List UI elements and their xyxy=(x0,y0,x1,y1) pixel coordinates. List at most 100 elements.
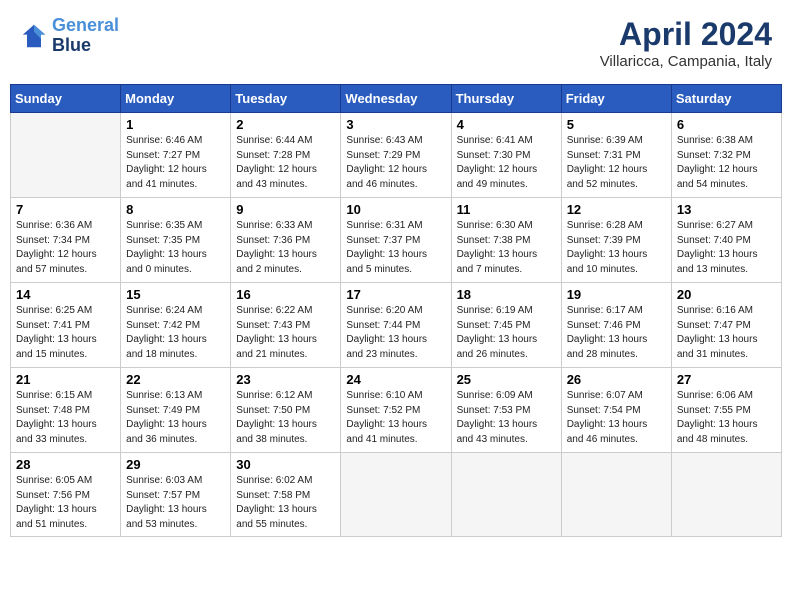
calendar-cell: 26 Sunrise: 6:07 AMSunset: 7:54 PMDayligh… xyxy=(561,368,671,453)
calendar-cell: 13 Sunrise: 6:27 AMSunset: 7:40 PMDayligh… xyxy=(671,198,781,283)
day-info: Sunrise: 6:20 AMSunset: 7:44 PMDaylight:… xyxy=(346,304,445,362)
logo-icon xyxy=(20,22,48,50)
day-number: 4 xyxy=(457,117,556,132)
calendar-cell: 23 Sunrise: 6:12 AMSunset: 7:50 PMDayligh… xyxy=(231,368,341,453)
day-number: 26 xyxy=(567,372,666,387)
calendar-cell: 11 Sunrise: 6:30 AMSunset: 7:38 PMDayligh… xyxy=(451,198,561,283)
day-info: Sunrise: 6:17 AMSunset: 7:46 PMDaylight:… xyxy=(567,304,666,362)
calendar-cell: 22 Sunrise: 6:13 AMSunset: 7:49 PMDayligh… xyxy=(121,368,231,453)
calendar-header-row: SundayMondayTuesdayWednesdayThursdayFrid… xyxy=(11,85,782,113)
calendar-cell: 19 Sunrise: 6:17 AMSunset: 7:46 PMDayligh… xyxy=(561,283,671,368)
day-number: 21 xyxy=(16,372,115,387)
day-info: Sunrise: 6:02 AMSunset: 7:58 PMDaylight:… xyxy=(236,474,335,532)
calendar-cell: 28Sunrise: 6:05 AMSunset: 7:56 PMDayligh… xyxy=(11,453,121,537)
logo: General Blue xyxy=(20,16,119,56)
day-info: Sunrise: 6:27 AMSunset: 7:40 PMDaylight:… xyxy=(677,219,776,277)
day-info: Sunrise: 6:10 AMSunset: 7:52 PMDaylight:… xyxy=(346,389,445,447)
calendar-header-sunday: Sunday xyxy=(11,85,121,113)
calendar-cell: 24 Sunrise: 6:10 AMSunset: 7:52 PMDayligh… xyxy=(341,368,451,453)
calendar-week-row: 21Sunrise: 6:15 AMSunset: 7:48 PMDayligh… xyxy=(11,368,782,453)
day-info: Sunrise: 6:33 AMSunset: 7:36 PMDaylight:… xyxy=(236,219,335,277)
day-info: Sunrise: 6:22 AMSunset: 7:43 PMDaylight:… xyxy=(236,304,335,362)
day-info: Sunrise: 6:39 AMSunset: 7:31 PMDaylight:… xyxy=(567,134,666,192)
day-info: Sunrise: 6:03 AMSunset: 7:57 PMDaylight:… xyxy=(126,474,225,532)
calendar-cell: 16 Sunrise: 6:22 AMSunset: 7:43 PMDayligh… xyxy=(231,283,341,368)
day-number: 23 xyxy=(236,372,335,387)
day-info: Sunrise: 6:35 AMSunset: 7:35 PMDaylight:… xyxy=(126,219,225,277)
day-number: 16 xyxy=(236,287,335,302)
calendar-cell: 29 Sunrise: 6:03 AMSunset: 7:57 PMDayligh… xyxy=(121,453,231,537)
day-info: Sunrise: 6:06 AMSunset: 7:55 PMDaylight:… xyxy=(677,389,776,447)
subtitle: Villaricca, Campania, Italy xyxy=(600,53,772,70)
calendar-cell: 25Sunrise: 6:09 AMSunset: 7:53 PMDayligh… xyxy=(451,368,561,453)
calendar-cell xyxy=(561,453,671,537)
day-info: Sunrise: 6:25 AMSunset: 7:41 PMDaylight:… xyxy=(16,304,115,362)
day-number: 2 xyxy=(236,117,335,132)
day-number: 5 xyxy=(567,117,666,132)
calendar-header-monday: Monday xyxy=(121,85,231,113)
day-number: 18 xyxy=(457,287,556,302)
calendar-cell: 20 Sunrise: 6:16 AMSunset: 7:47 PMDayligh… xyxy=(671,283,781,368)
day-info: Sunrise: 6:19 AMSunset: 7:45 PMDaylight:… xyxy=(457,304,556,362)
day-number: 17 xyxy=(346,287,445,302)
day-number: 20 xyxy=(677,287,776,302)
calendar-week-row: 28Sunrise: 6:05 AMSunset: 7:56 PMDayligh… xyxy=(11,453,782,537)
day-number: 8 xyxy=(126,202,225,217)
day-number: 12 xyxy=(567,202,666,217)
day-info: Sunrise: 6:31 AMSunset: 7:37 PMDaylight:… xyxy=(346,219,445,277)
calendar-cell: 4 Sunrise: 6:41 AMSunset: 7:30 PMDaylight… xyxy=(451,113,561,198)
calendar-header-thursday: Thursday xyxy=(451,85,561,113)
day-number: 30 xyxy=(236,457,335,472)
day-number: 19 xyxy=(567,287,666,302)
page-header: General Blue April 2024 Villaricca, Camp… xyxy=(10,10,782,76)
calendar-week-row: 1 Sunrise: 6:46 AMSunset: 7:27 PMDaylight… xyxy=(11,113,782,198)
day-info: Sunrise: 6:09 AMSunset: 7:53 PMDaylight:… xyxy=(457,389,556,447)
day-number: 24 xyxy=(346,372,445,387)
day-number: 14 xyxy=(16,287,115,302)
day-info: Sunrise: 6:38 AMSunset: 7:32 PMDaylight:… xyxy=(677,134,776,192)
calendar-cell: 10Sunrise: 6:31 AMSunset: 7:37 PMDayligh… xyxy=(341,198,451,283)
day-info: Sunrise: 6:44 AMSunset: 7:28 PMDaylight:… xyxy=(236,134,335,192)
title-block: April 2024 Villaricca, Campania, Italy xyxy=(600,16,772,70)
calendar-cell: 27Sunrise: 6:06 AMSunset: 7:55 PMDayligh… xyxy=(671,368,781,453)
day-info: Sunrise: 6:43 AMSunset: 7:29 PMDaylight:… xyxy=(346,134,445,192)
calendar-cell: 14 Sunrise: 6:25 AMSunset: 7:41 PMDayligh… xyxy=(11,283,121,368)
calendar-cell: 18 Sunrise: 6:19 AMSunset: 7:45 PMDayligh… xyxy=(451,283,561,368)
day-number: 3 xyxy=(346,117,445,132)
calendar-cell: 7 Sunrise: 6:36 AMSunset: 7:34 PMDaylight… xyxy=(11,198,121,283)
day-number: 7 xyxy=(16,202,115,217)
day-info: Sunrise: 6:16 AMSunset: 7:47 PMDaylight:… xyxy=(677,304,776,362)
day-number: 9 xyxy=(236,202,335,217)
calendar-cell xyxy=(341,453,451,537)
calendar-cell xyxy=(11,113,121,198)
calendar-cell: 3 Sunrise: 6:43 AMSunset: 7:29 PMDaylight… xyxy=(341,113,451,198)
calendar-cell xyxy=(671,453,781,537)
calendar-header-wednesday: Wednesday xyxy=(341,85,451,113)
day-number: 29 xyxy=(126,457,225,472)
day-number: 28 xyxy=(16,457,115,472)
main-title: April 2024 xyxy=(600,16,772,53)
day-info: Sunrise: 6:24 AMSunset: 7:42 PMDaylight:… xyxy=(126,304,225,362)
day-info: Sunrise: 6:36 AMSunset: 7:34 PMDaylight:… xyxy=(16,219,115,277)
calendar-cell: 8 Sunrise: 6:35 AMSunset: 7:35 PMDaylight… xyxy=(121,198,231,283)
day-number: 1 xyxy=(126,117,225,132)
day-info: Sunrise: 6:07 AMSunset: 7:54 PMDaylight:… xyxy=(567,389,666,447)
day-number: 11 xyxy=(457,202,556,217)
calendar-cell: 12 Sunrise: 6:28 AMSunset: 7:39 PMDayligh… xyxy=(561,198,671,283)
calendar-header-saturday: Saturday xyxy=(671,85,781,113)
calendar-cell: 9 Sunrise: 6:33 AMSunset: 7:36 PMDaylight… xyxy=(231,198,341,283)
calendar-header-friday: Friday xyxy=(561,85,671,113)
calendar-table: SundayMondayTuesdayWednesdayThursdayFrid… xyxy=(10,84,782,537)
calendar-cell: 2 Sunrise: 6:44 AMSunset: 7:28 PMDaylight… xyxy=(231,113,341,198)
day-number: 13 xyxy=(677,202,776,217)
day-info: Sunrise: 6:46 AMSunset: 7:27 PMDaylight:… xyxy=(126,134,225,192)
day-info: Sunrise: 6:13 AMSunset: 7:49 PMDaylight:… xyxy=(126,389,225,447)
day-number: 22 xyxy=(126,372,225,387)
day-number: 6 xyxy=(677,117,776,132)
day-info: Sunrise: 6:30 AMSunset: 7:38 PMDaylight:… xyxy=(457,219,556,277)
logo-text: General Blue xyxy=(52,16,119,56)
day-info: Sunrise: 6:41 AMSunset: 7:30 PMDaylight:… xyxy=(457,134,556,192)
calendar-cell: 17 Sunrise: 6:20 AMSunset: 7:44 PMDayligh… xyxy=(341,283,451,368)
day-info: Sunrise: 6:28 AMSunset: 7:39 PMDaylight:… xyxy=(567,219,666,277)
day-info: Sunrise: 6:12 AMSunset: 7:50 PMDaylight:… xyxy=(236,389,335,447)
